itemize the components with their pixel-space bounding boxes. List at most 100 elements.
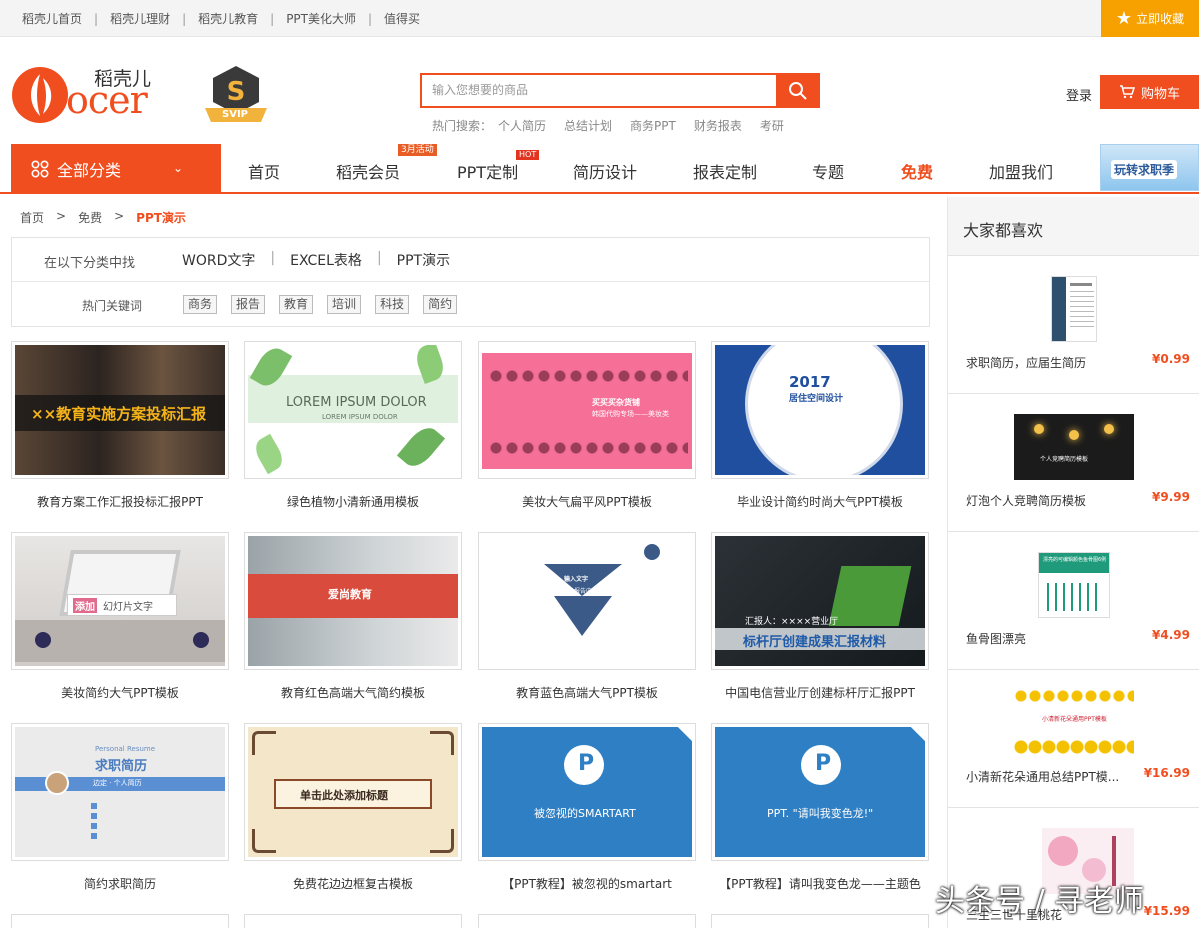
template-caption[interactable]: 教育方案工作汇报投标汇报PPT [11,493,229,510]
filter-ppt[interactable]: PPT演示 [397,250,450,270]
nav-free[interactable]: 免费 [901,159,933,183]
template-thumbnail[interactable]: 添加 幻灯片文字 [11,532,229,670]
template-card[interactable]: ××教育实施方案投标汇报 教育方案工作汇报投标汇报PPT [11,341,229,510]
template-card[interactable]: 买买买杂货铺 韩国代购专场——美妆类 美妆大气扁平风PPT模板 [478,341,696,510]
nav-home[interactable]: 首页 [248,159,280,183]
hot-term-business-ppt[interactable]: 商务PPT [630,117,676,134]
template-thumbnail[interactable]: 单击此处添加标题 [244,723,462,861]
hot-term-plan[interactable]: 总结计划 [564,117,612,134]
template-caption[interactable]: 【PPT教程】被忽视的smartart [478,875,696,892]
template-card[interactable] [11,914,229,928]
template-card[interactable]: 2017 居住空间设计 毕业设计简约时尚大气PPT模板 [711,341,929,510]
favorite-button[interactable]: ★ 立即收藏 [1101,0,1199,37]
sidebar-item[interactable]: 小清新花朵通用PPT模板 小清新花朵通用总结PPT模... ¥16.99 [948,669,1199,807]
template-card[interactable]: 输入文字 输入报告内容 教育蓝色高端大气PPT模板 [478,532,696,701]
tag-education[interactable]: 教育 [279,295,314,314]
star-icon: ★ [1115,8,1133,29]
sidebar-item-name[interactable]: 小清新花朵通用总结PPT模... [966,768,1119,785]
sidebar-item-price: ¥15.99 [1143,904,1190,918]
template-caption[interactable]: 【PPT教程】请叫我变色龙——主题色 [711,875,929,892]
sidebar-item[interactable]: 漂亮的可编辑颜色鱼骨图6例 鱼骨图漂亮 ¥4.99 [948,531,1199,669]
template-caption[interactable]: 美妆简约大气PPT模板 [11,684,229,701]
sidebar-item-name[interactable]: 求职简历，应届生简历 [966,354,1086,371]
tag-simple[interactable]: 简约 [423,295,458,314]
top-link-ppt-master[interactable]: PPT美化大师 [286,10,356,27]
tag-training[interactable]: 培训 [327,295,362,314]
sidebar-thumbnail[interactable] [1051,276,1097,342]
template-card[interactable]: P 被忽视的SMARTART 【PPT教程】被忽视的smartart [478,723,696,892]
top-link-education[interactable]: 稻壳儿教育 [198,10,258,27]
template-caption[interactable]: 美妆大气扁平风PPT模板 [478,493,696,510]
nav-join[interactable]: 加盟我们 [989,159,1053,183]
category-filter: 在以下分类中找 WORD文字 | EXCEL表格 | PPT演示 热门关键词 商务 … [11,237,930,327]
template-caption[interactable]: 绿色植物小清新通用模板 [244,493,462,510]
template-thumbnail[interactable]: P PPT. "请叫我变色龙!" [711,723,929,861]
template-card[interactable]: 爱尚教育 教育红色高端大气简约模板 [244,532,462,701]
hot-term-finance[interactable]: 财务报表 [694,117,742,134]
template-thumbnail[interactable]: ××教育实施方案投标汇报 [11,341,229,479]
template-thumbnail[interactable]: 买买买杂货铺 韩国代购专场——美妆类 [478,341,696,479]
hot-search: 热门搜索： 个人简历 总结计划 商务PPT 财务报表 考研 [432,117,784,134]
template-thumbnail[interactable]: 爱尚教育 [244,532,462,670]
login-link[interactable]: 登录 [1066,85,1092,104]
sidebar-thumbnail[interactable]: 小清新花朵通用PPT模板 [1014,690,1134,756]
cart-button[interactable]: 购物车 [1100,75,1199,109]
top-link-deals[interactable]: 值得买 [384,10,420,27]
template-card[interactable]: P PPT. "请叫我变色龙!" 【PPT教程】请叫我变色龙——主题色 [711,723,929,892]
sidebar-item[interactable]: 求职简历，应届生简历 ¥0.99 [948,255,1199,393]
template-card[interactable] [244,914,462,928]
template-card[interactable]: 单击此处添加标题 免费花边边框复古模板 [244,723,462,892]
main-nav: 全部分类 ⌄ 首页 稻壳会员 3月活动 PPT定制 HOT 简历设计 报表定制 … [0,144,1199,194]
sidebar-item-name[interactable]: 灯泡个人竞聘简历模板 [966,492,1086,509]
template-caption[interactable]: 免费花边边框复古模板 [244,875,462,892]
breadcrumb: 首页 > 免费 > PPT演示 [20,209,186,226]
hot-keywords-label: 热门关键词 [82,299,143,313]
all-categories-button[interactable]: 全部分类 ⌄ [11,144,221,194]
template-thumbnail[interactable]: 汇报人：××××营业厅 标杆厅创建成果汇报材料 [711,532,929,670]
tag-tech[interactable]: 科技 [375,295,410,314]
top-link-home[interactable]: 稻壳儿首页 [22,10,82,27]
sidebar-item[interactable]: 个人竞聘简历模板 灯泡个人竞聘简历模板 ¥9.99 [948,393,1199,531]
search-input[interactable]: 输入您想要的商品 [420,73,776,108]
hot-term-resume[interactable]: 个人简历 [498,117,546,134]
breadcrumb-free[interactable]: 免费 [78,209,102,226]
svip-badge[interactable]: S SVIP [203,64,269,126]
template-card[interactable] [711,914,929,928]
search-button[interactable] [776,73,820,108]
template-card[interactable]: LOREM IPSUM DOLOR LOREM IPSUM DOLOR 绿色植物… [244,341,462,510]
template-card[interactable]: 添加 幻灯片文字 美妆简约大气PPT模板 [11,532,229,701]
template-thumbnail[interactable]: 2017 居住空间设计 [711,341,929,479]
job-season-banner[interactable]: 玩转求职季 [1100,144,1199,191]
template-card[interactable] [478,914,696,928]
template-thumbnail[interactable]: P 被忽视的SMARTART [478,723,696,861]
sidebar-thumbnail[interactable]: 个人竞聘简历模板 [1014,414,1134,480]
nav-ppt-custom[interactable]: PPT定制 [457,159,518,183]
tag-report[interactable]: 报告 [231,295,266,314]
filter-word[interactable]: WORD文字 [182,250,255,270]
template-caption[interactable]: 简约求职简历 [11,875,229,892]
tag-business[interactable]: 商务 [183,295,218,314]
search-icon [789,81,807,100]
top-bar: 稻壳儿首页 | 稻壳儿理财 | 稻壳儿教育 | PPT美化大师 | 值得买 ★ 立即收藏 [0,0,1199,37]
breadcrumb-home[interactable]: 首页 [20,209,44,226]
filter-excel[interactable]: EXCEL表格 [290,250,362,270]
template-card[interactable]: Personal Resume 求职简历 边定 · 个人简历 简约求职简历 [11,723,229,892]
hot-term-exam[interactable]: 考研 [760,117,784,134]
top-link-finance[interactable]: 稻壳儿理财 [110,10,170,27]
nav-member[interactable]: 稻壳会员 [336,159,400,183]
template-caption[interactable]: 教育蓝色高端大气PPT模板 [478,684,696,701]
template-thumbnail[interactable]: LOREM IPSUM DOLOR LOREM IPSUM DOLOR [244,341,462,479]
template-thumbnail[interactable]: 输入文字 输入报告内容 [478,532,696,670]
nav-report-custom[interactable]: 报表定制 [693,159,757,183]
nav-topics[interactable]: 专题 [812,159,844,183]
sidebar-title: 大家都喜欢 [963,221,1044,240]
sidebar-thumbnail[interactable]: 漂亮的可编辑颜色鱼骨图6例 [1038,552,1110,618]
template-caption[interactable]: 毕业设计简约时尚大气PPT模板 [711,493,929,510]
docer-logo[interactable]: 稻壳儿 ocer [10,60,155,126]
nav-resume-design[interactable]: 简历设计 [573,159,637,183]
template-card[interactable]: 汇报人：××××营业厅 标杆厅创建成果汇报材料 中国电信营业厅创建标杆厅汇报PP… [711,532,929,701]
sidebar-item-name[interactable]: 鱼骨图漂亮 [966,630,1026,647]
template-caption[interactable]: 教育红色高端大气简约模板 [244,684,462,701]
template-thumbnail[interactable]: Personal Resume 求职简历 边定 · 个人简历 [11,723,229,861]
template-caption[interactable]: 中国电信营业厅创建标杆厅汇报PPT [711,684,929,701]
